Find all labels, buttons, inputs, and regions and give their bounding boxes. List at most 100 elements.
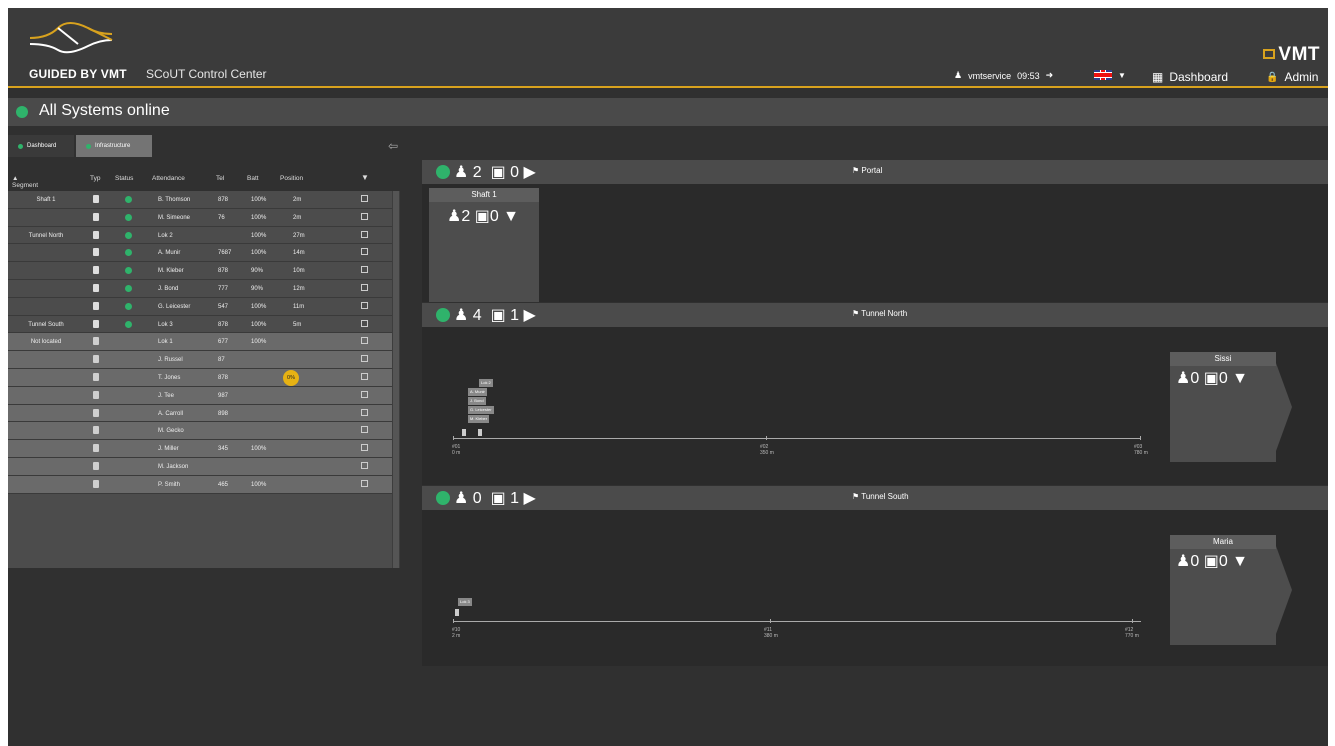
- zone-north-header[interactable]: ♟ 4 ▣ 1 ▶ ⚑ Tunnel North: [422, 303, 1328, 327]
- edit-icon[interactable]: [361, 284, 368, 291]
- edit-icon[interactable]: [361, 337, 368, 345]
- scrollbar-thumb[interactable]: [393, 191, 399, 568]
- edit-icon[interactable]: [361, 444, 368, 452]
- segment-label: Shaft 1: [36, 197, 56, 203]
- col-attendance[interactable]: Attendance: [152, 175, 185, 182]
- tag-kleber[interactable]: M. Kleber: [468, 415, 490, 423]
- tab-infrastructure[interactable]: Infrastructure: [76, 135, 152, 157]
- table-row[interactable]: A. Munir 7687 100% 14m: [8, 244, 392, 263]
- table-header: Segment ▲ Typ Status Attendance Tel Batt…: [8, 168, 392, 189]
- col-status[interactable]: Status: [115, 175, 133, 182]
- col-tel[interactable]: Tel: [216, 175, 224, 182]
- tag-lok3[interactable]: Lok 3: [458, 598, 472, 606]
- person-icon: [93, 373, 99, 381]
- attendance-cell: P. Smith: [158, 481, 180, 488]
- table-row[interactable]: Not located Lok 1 677 100%: [8, 333, 392, 352]
- edit-icon[interactable]: [361, 301, 368, 309]
- attendance-cell: Lok 3: [158, 321, 173, 328]
- app-window: GUIDED BY VMT SCoUT Control Center VMT ♟…: [8, 8, 1328, 746]
- admin-link[interactable]: 🔒 Admin: [1266, 70, 1318, 84]
- maria-box[interactable]: Maria ♟0 ▣0 ▼: [1170, 535, 1276, 645]
- batt-cell: 100%: [251, 232, 267, 239]
- edit-icon[interactable]: [361, 212, 368, 220]
- sissi-title: Sissi: [1170, 352, 1276, 366]
- col-position[interactable]: Position: [280, 175, 303, 182]
- person-icon: [93, 212, 99, 221]
- table-row[interactable]: Tunnel South Lok 3 878 100% 5m: [8, 315, 392, 334]
- dashboard-link[interactable]: ▦ Dashboard: [1152, 70, 1228, 84]
- tag-munir[interactable]: A. Munir: [468, 388, 487, 396]
- user-menu[interactable]: ♟ vmtservice 09:53 ➜: [954, 70, 1053, 81]
- batt-cell: 90%: [251, 286, 264, 292]
- sissi-counts: ♟0 ▣0 ▼: [1176, 370, 1248, 387]
- edit-icon[interactable]: [361, 373, 368, 380]
- top-bar: GUIDED BY VMT SCoUT Control Center VMT ♟…: [8, 8, 1328, 88]
- filter-icon[interactable]: ▼: [361, 173, 369, 182]
- batt-cell: 100%: [251, 197, 267, 203]
- edit-icon[interactable]: [361, 408, 368, 416]
- table-row[interactable]: P. Smith 465 100%: [8, 475, 392, 494]
- arrow-shape: [1276, 363, 1292, 451]
- table-row[interactable]: J. Russel 87: [8, 351, 392, 369]
- position-cell: 2m: [293, 197, 302, 203]
- train-icon: [93, 337, 99, 346]
- collapse-arrow-icon[interactable]: ⇦: [388, 139, 398, 153]
- tab-label: Dashboard: [27, 143, 57, 149]
- edit-icon[interactable]: [361, 266, 368, 274]
- tag-leicester[interactable]: G. Leicester: [468, 406, 494, 414]
- tel-cell: 987: [218, 392, 229, 399]
- battery-warning-badge: 0%: [283, 370, 299, 386]
- status-dot-icon: [125, 249, 132, 257]
- edit-icon[interactable]: [361, 426, 368, 434]
- col-batt[interactable]: Batt: [247, 175, 259, 182]
- table-row[interactable]: M. Simeone 76 100% 2m: [8, 208, 392, 227]
- edit-icon[interactable]: [361, 390, 368, 398]
- tag-lok2[interactable]: Lok 2: [479, 379, 493, 387]
- zone-portal-header[interactable]: ♟ 2 ▣ 0 ▶ ⚑ Portal: [422, 160, 1328, 184]
- edit-icon[interactable]: [361, 479, 368, 487]
- zone-counts: ♟ 2 ▣ 0 ▶: [454, 164, 536, 181]
- edit-icon[interactable]: [361, 230, 368, 238]
- attendance-cell: J. Tee: [158, 392, 174, 399]
- table-row[interactable]: J. Miller 345 100%: [8, 440, 392, 458]
- status-dot-icon: [125, 302, 132, 310]
- edit-icon[interactable]: [361, 195, 368, 202]
- col-typ[interactable]: Typ: [90, 175, 100, 182]
- marker-12: #12 770 m: [1125, 627, 1139, 639]
- table-row[interactable]: Tunnel North Lok 2 100% 27m: [8, 226, 392, 245]
- table-row[interactable]: Shaft 1 B. Thomson 878 100% 2m: [8, 191, 392, 209]
- col-segment[interactable]: Segment ▲: [12, 175, 38, 189]
- tab-dashboard[interactable]: Dashboard: [8, 135, 74, 157]
- edit-icon[interactable]: [361, 462, 368, 469]
- table-row[interactable]: T. Jones 878 0%: [8, 369, 392, 387]
- language-selector[interactable]: ▼: [1094, 70, 1126, 80]
- table-row[interactable]: G. Leicester 547 100% 11m: [8, 297, 392, 316]
- edit-icon[interactable]: [361, 248, 368, 256]
- table-scrollbar[interactable]: [392, 191, 400, 568]
- table-row[interactable]: M. Gecko: [8, 422, 392, 441]
- edit-icon[interactable]: [361, 319, 368, 327]
- table-row[interactable]: J. Tee 987: [8, 386, 392, 405]
- logo-text: GUIDED BY VMT: [29, 67, 127, 81]
- clock: 09:53: [1017, 70, 1040, 81]
- table-row[interactable]: J. Bond 777 90% 12m: [8, 280, 392, 298]
- zone-south-header[interactable]: ♟ 0 ▣ 1 ▶ ⚑ Tunnel South: [422, 486, 1328, 510]
- tag-bond[interactable]: J. Bond: [468, 397, 486, 405]
- logout-icon[interactable]: ➜: [1046, 70, 1054, 81]
- north-track: [453, 438, 1141, 439]
- table-row[interactable]: M. Kleber 878 90% 10m: [8, 262, 392, 280]
- status-dot-icon: [125, 285, 132, 292]
- admin-label: Admin: [1284, 70, 1319, 84]
- attendance-cell: M. Simeone: [158, 214, 191, 221]
- edit-icon[interactable]: [361, 355, 368, 363]
- panel-tabs: Dashboard Infrastructure: [8, 135, 152, 157]
- marker-tick: [770, 619, 771, 623]
- tel-cell: 878: [218, 268, 229, 275]
- position-cell: 12m: [293, 286, 305, 292]
- shaft-title: Shaft 1: [429, 188, 539, 202]
- table-row[interactable]: A. Carroll 898: [8, 404, 392, 423]
- train-icon: [455, 609, 459, 616]
- sissi-box[interactable]: Sissi ♟0 ▣0 ▼: [1170, 352, 1276, 462]
- table-row[interactable]: M. Jackson: [8, 458, 392, 476]
- shaft-box[interactable]: Shaft 1 ♟2 ▣0 ▼: [429, 188, 539, 302]
